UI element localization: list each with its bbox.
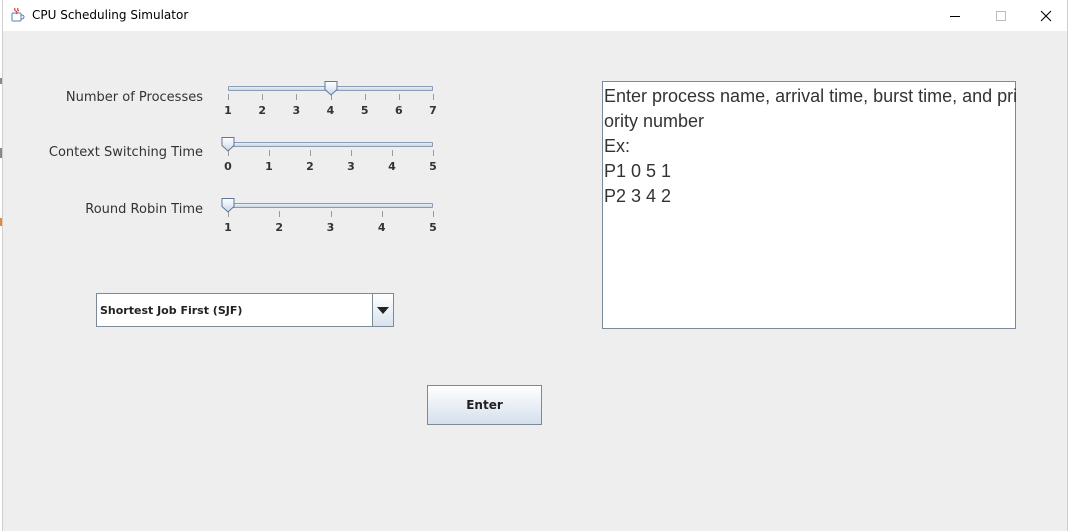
triangle-down-icon [377, 306, 389, 314]
processes-slider[interactable]: 1 2 3 4 5 6 7 [222, 81, 438, 121]
title-bar: CPU Scheduling Simulator [3, 0, 1067, 31]
minimize-icon [950, 15, 960, 17]
textarea-line: ority number [604, 111, 705, 131]
slider-tick-label: 2 [306, 160, 314, 173]
slider-tick [433, 94, 434, 100]
slider-tick-label: 1 [265, 160, 273, 173]
slider-thumb[interactable] [324, 81, 338, 96]
slider-thumb[interactable] [221, 198, 235, 213]
minimize-button[interactable] [932, 0, 978, 31]
slider-tick [330, 211, 332, 217]
slider-tick [433, 211, 434, 217]
slider-tick [279, 211, 281, 217]
textarea-line: Enter process name, arrival time, burst … [604, 86, 1018, 106]
app-window: CPU Scheduling Simulator Number of Proce… [2, 0, 1068, 531]
slider-tick-label: 3 [292, 104, 301, 117]
slider-tick [262, 94, 264, 100]
slider-tick [269, 150, 270, 156]
maximize-button[interactable] [978, 0, 1024, 31]
slider-tick-label: 4 [326, 104, 335, 117]
dropdown-button[interactable] [372, 294, 393, 326]
maximize-icon [996, 10, 1006, 21]
algorithm-select-value: Shortest Job First (SJF) [100, 304, 243, 317]
slider-tick [392, 150, 393, 156]
slider-tick-label: 1 [224, 104, 232, 117]
slider-tick-label: 3 [347, 160, 355, 173]
round-robin-slider[interactable]: 1 2 3 4 5 [221, 198, 438, 238]
slider-tick-label: 2 [258, 104, 266, 117]
slider-track[interactable] [228, 142, 433, 147]
slider-tick-label: 2 [275, 221, 284, 234]
algorithm-select[interactable]: Shortest Job First (SJF) [96, 293, 394, 327]
slider-tick-label: 0 [224, 160, 232, 173]
slider-tick-label: 7 [429, 104, 437, 117]
slider-tick [398, 94, 400, 100]
slider-tick [351, 150, 352, 156]
textarea-line: P1 0 5 1 [604, 161, 672, 181]
java-cup-icon [11, 7, 25, 23]
close-icon [1040, 10, 1052, 21]
context-switch-slider[interactable]: 0 1 2 3 4 5 [221, 137, 438, 177]
slider-tick [381, 211, 383, 217]
slider-tick [364, 94, 366, 100]
slider-thumb[interactable] [221, 137, 235, 152]
slider-tick [296, 94, 298, 100]
close-button[interactable] [1023, 0, 1069, 31]
window-title: CPU Scheduling Simulator [32, 8, 189, 22]
processes-label: Number of Processes [65, 90, 203, 105]
slider-tick-label: 6 [395, 104, 403, 117]
context-switch-label: Context Switching Time [48, 145, 203, 160]
slider-tick-label: 4 [388, 160, 396, 173]
slider-tick-label: 4 [377, 221, 386, 234]
slider-tick-label: 3 [326, 221, 335, 234]
slider-tick-label: 5 [360, 104, 369, 117]
round-robin-label: Round Robin Time [85, 202, 203, 217]
slider-tick [310, 150, 311, 156]
process-input-textarea[interactable]: Enter process name, arrival time, burst … [602, 81, 1018, 329]
slider-tick-label: 5 [429, 221, 437, 234]
slider-track[interactable] [228, 203, 433, 208]
enter-button[interactable]: Enter [427, 385, 542, 425]
slider-tick-label: 1 [224, 221, 232, 234]
textarea-line: P2 3 4 2 [604, 186, 672, 206]
slider-tick [228, 94, 229, 100]
textarea-line: Ex: [604, 136, 631, 156]
slider-tick [433, 150, 434, 156]
slider-tick-label: 5 [429, 160, 437, 173]
